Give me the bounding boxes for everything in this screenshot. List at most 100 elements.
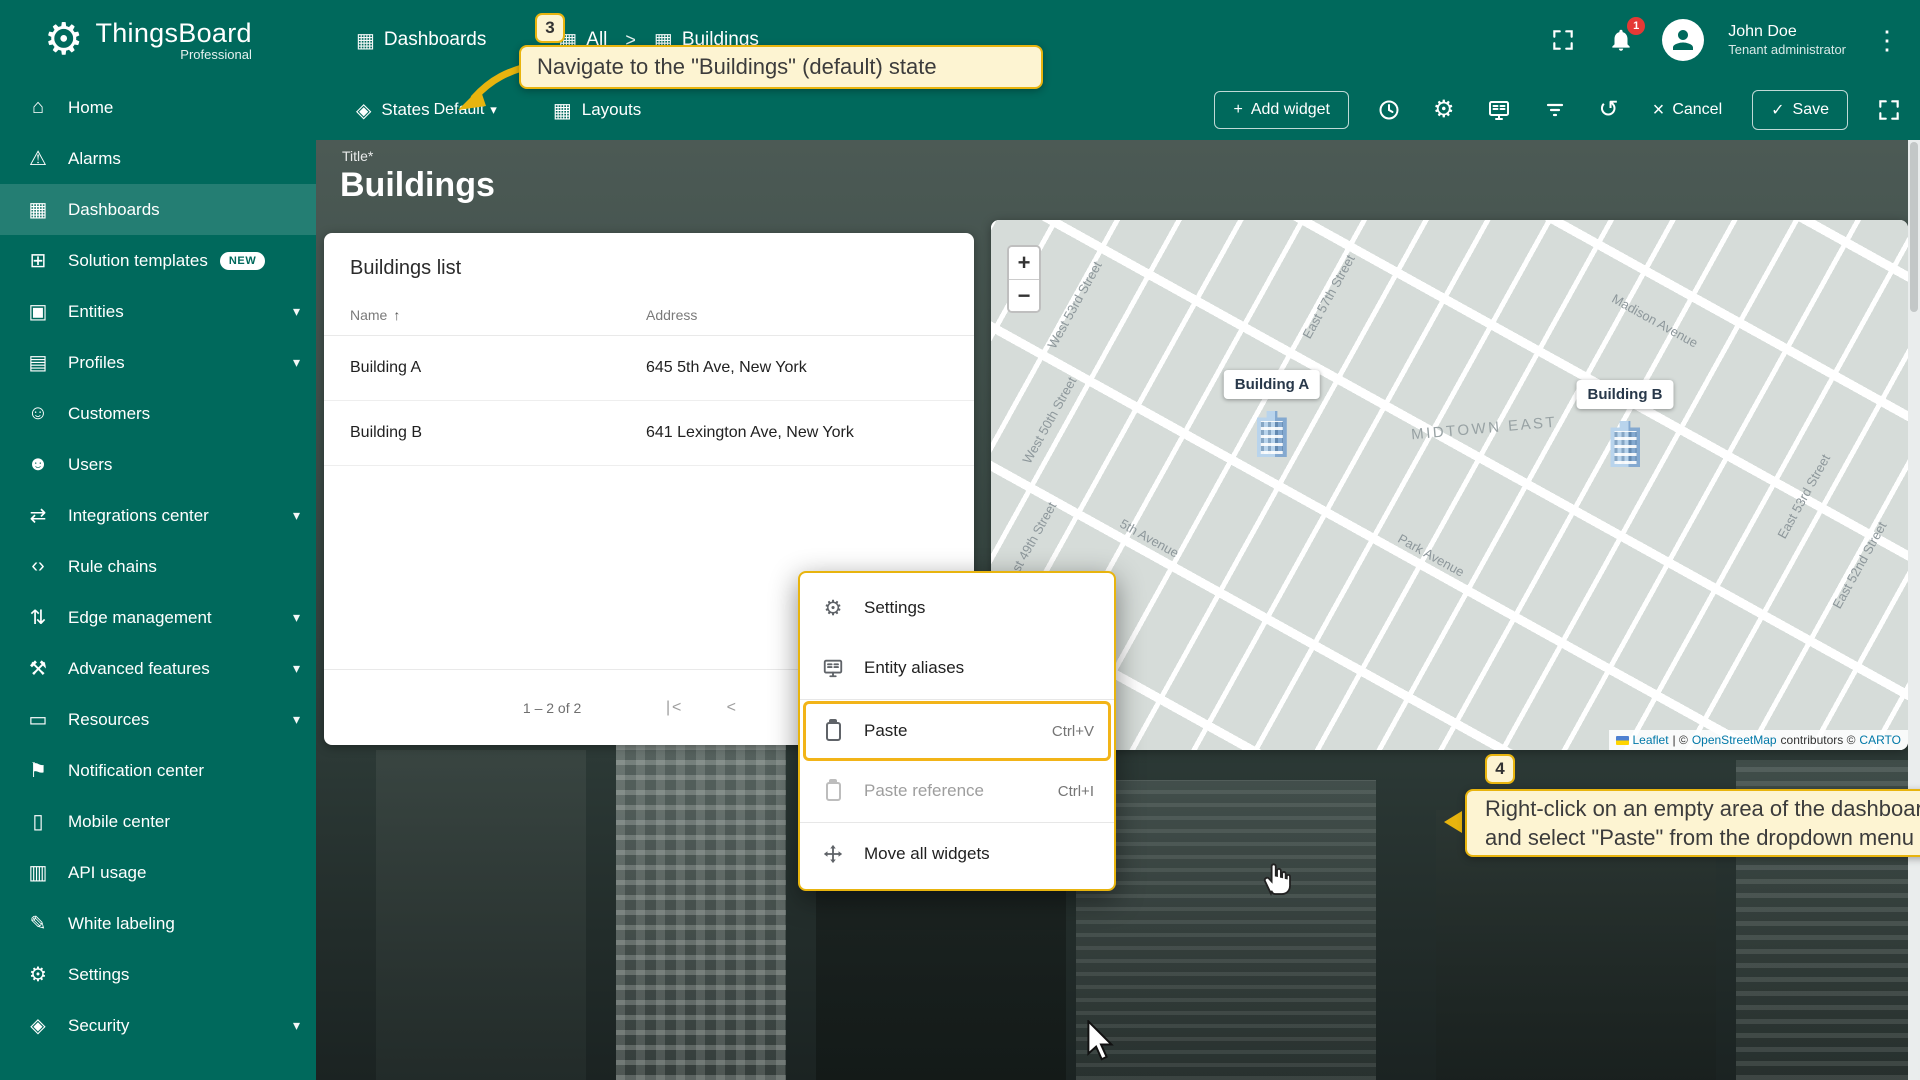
sidebar-item-security[interactable]: ◈ Security ▾ [0,1000,316,1051]
tutorial-step-4-badge: 4 [1485,754,1515,784]
tutorial-step-3-callout: Navigate to the "Buildings" (default) st… [519,45,1043,89]
table-row[interactable]: Building A 645 5th Ave, New York [324,336,974,401]
entity-aliases-toolbar-button[interactable] [1483,94,1515,126]
dashboards-icon: ▦ [24,197,52,222]
widget-title: Buildings list [324,233,974,294]
app-logo[interactable]: ⚙ ThingsBoard Professional [0,18,316,62]
sidebar-item-alarms[interactable]: ⚠ Alarms [0,133,316,184]
version-history-button[interactable]: ↺ [1595,94,1623,126]
avatar[interactable] [1662,19,1704,61]
cell-building-address: 645 5th Ave, New York [646,359,948,377]
context-menu-item-entity-aliases[interactable]: Entity aliases [800,638,1114,698]
notification-center-icon: ⚑ [24,758,52,783]
add-widget-label: Add widget [1251,101,1330,119]
table-row[interactable]: Building B 641 Lexington Ave, New York [324,401,974,466]
cell-building-name: Building A [350,359,646,377]
filter-button[interactable] [1539,94,1571,126]
sidebar-item-profiles[interactable]: ▤ Profiles ▾ [0,337,316,388]
map-canvas[interactable]: West 53rd Street East 57th Street Madiso… [991,220,1908,750]
sidebar-item-notification-center[interactable]: ⚑ Notification center [0,745,316,796]
leaflet-link[interactable]: Leaflet [1633,733,1669,747]
shortcut-label: Ctrl+V [1052,723,1094,740]
entity-aliases-icon [822,657,844,679]
sidebar: ⌂ Home ⚠ Alarms ▦ Dashboards ⊞ Solution … [0,80,316,1080]
scrollbar-thumb[interactable] [1910,142,1918,312]
states-button[interactable]: ◈ States [356,98,430,123]
layouts-label: Layouts [582,100,642,120]
street-label: Park Avenue [1395,531,1467,580]
gear-icon: ⚙ [820,596,846,621]
street-label: East 53rd Street [1774,452,1833,541]
context-menu-item-move-all-widgets[interactable]: Move all widgets [800,824,1114,884]
header-fullscreen-button[interactable] [1546,23,1580,57]
map-marker-building-b[interactable]: Building B [1577,380,1674,467]
dashboard-canvas[interactable]: Title* Buildings Buildings list Name ↑ A… [316,140,1920,1080]
user-role: Tenant administrator [1728,42,1846,58]
street-label: 5th Avenue [1117,516,1181,561]
sidebar-item-api-usage[interactable]: ▥ API usage [0,847,316,898]
vertical-scrollbar[interactable] [1908,140,1920,1080]
street-label: Madison Avenue [1609,291,1700,351]
cell-building-name: Building B [350,424,646,442]
column-header-name[interactable]: Name ↑ [350,307,646,323]
sidebar-item-integrations-center[interactable]: ⇄ Integrations center ▾ [0,490,316,541]
sidebar-item-mobile-center[interactable]: ▯ Mobile center [0,796,316,847]
mobile-center-icon: ▯ [24,809,52,834]
layouts-button[interactable]: ▦ Layouts [553,98,641,123]
toolbar-fullscreen-button[interactable] [1872,93,1906,127]
move-icon [822,843,844,865]
sidebar-item-solution-templates[interactable]: ⊞ Solution templates NEW [0,235,316,286]
save-button[interactable]: ✓ Save [1752,90,1848,130]
header-menu-button[interactable]: ⋮ [1870,21,1904,60]
check-icon: ✓ [1771,100,1784,120]
previous-page-button[interactable]: < [720,698,741,718]
context-menu: ⚙ Settings Entity aliases Paste Ctrl+V P… [798,571,1116,891]
page-title[interactable]: Buildings [340,166,495,205]
context-menu-item-paste[interactable]: Paste Ctrl+V [803,701,1111,761]
callout-pointer [1444,811,1462,833]
first-page-button[interactable]: |< [657,698,686,718]
states-icon: ◈ [356,98,371,123]
sidebar-item-customers[interactable]: ☺ Customers [0,388,316,439]
history-icon: ↺ [1599,98,1619,122]
add-widget-button[interactable]: + Add widget [1214,91,1349,129]
filter-icon [1543,98,1567,122]
map-widget[interactable]: West 53rd Street East 57th Street Madiso… [991,220,1908,750]
breadcrumb-dashboards[interactable]: ▦ Dashboards [356,28,486,53]
logo-gear-icon: ⚙ [44,18,83,62]
logo-subtitle: Professional [180,47,252,62]
chevron-down-icon: ▾ [293,660,300,677]
carto-link[interactable]: CARTO [1859,733,1901,747]
street-label: East 52nd Street [1829,519,1889,611]
map-marker-building-a[interactable]: Building A [1224,370,1320,457]
integrations-icon: ⇄ [24,503,52,528]
clipboard-icon [826,722,841,741]
marker-label: Building B [1577,380,1674,409]
time-window-button[interactable] [1373,94,1405,126]
alarm-icon: ⚠ [24,146,52,171]
column-header-address[interactable]: Address [646,307,948,323]
sidebar-item-edge-management[interactable]: ⇅ Edge management ▾ [0,592,316,643]
context-menu-item-settings[interactable]: ⚙ Settings [800,578,1114,638]
layouts-icon: ▦ [553,98,572,123]
cancel-button[interactable]: × Cancel [1647,98,1729,123]
sidebar-item-white-labeling[interactable]: ✎ White labeling [0,898,316,949]
clipboard-icon [826,782,841,801]
person-icon [1668,25,1698,55]
sidebar-item-advanced-features[interactable]: ⚒ Advanced features ▾ [0,643,316,694]
openstreetmap-link[interactable]: OpenStreetMap [1692,733,1777,747]
sidebar-item-home[interactable]: ⌂ Home [0,82,316,133]
tutorial-step-4-callout: Right-click on an empty area of the dash… [1465,789,1920,857]
sidebar-item-rule-chains[interactable]: ‹› Rule chains [0,541,316,592]
security-icon: ◈ [24,1013,52,1038]
context-menu-item-paste-reference: Paste reference Ctrl+I [800,761,1114,821]
sidebar-item-users[interactable]: ☻ Users [0,439,316,490]
zoom-in-button[interactable]: + [1009,247,1039,279]
dashboard-settings-button[interactable]: ⚙ [1429,94,1459,126]
sidebar-item-resources[interactable]: ▭ Resources ▾ [0,694,316,745]
sidebar-item-dashboards[interactable]: ▦ Dashboards [0,184,316,235]
zoom-out-button[interactable]: − [1009,279,1039,311]
sidebar-item-settings[interactable]: ⚙ Settings [0,949,316,1000]
title-field-label: Title* [342,148,373,164]
sidebar-item-entities[interactable]: ▣ Entities ▾ [0,286,316,337]
